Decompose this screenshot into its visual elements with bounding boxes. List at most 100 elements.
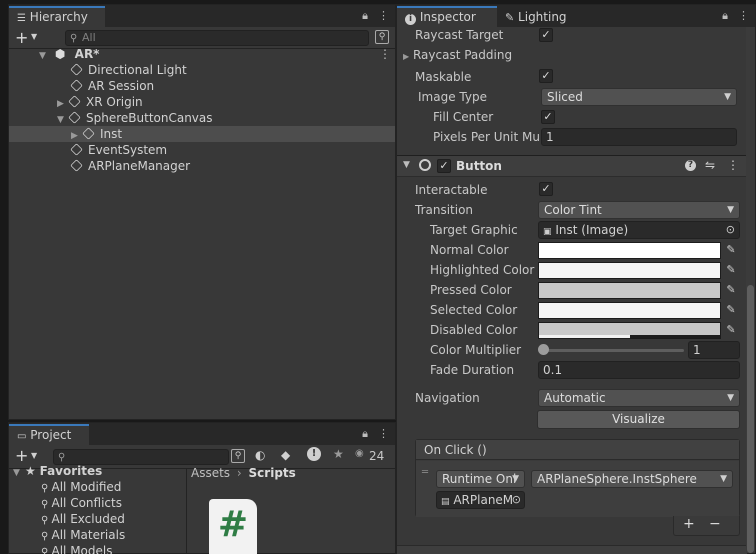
- disabled-color-swatch[interactable]: [538, 322, 721, 339]
- button-enabled-checkbox[interactable]: ✓: [437, 159, 451, 173]
- hierarchy-item[interactable]: ARPlaneManager: [70, 158, 190, 174]
- button-component-header[interactable]: ▼ ✓ Button ? ⇋ ⋮: [397, 155, 755, 177]
- eyedropper-icon[interactable]: ✎: [724, 282, 738, 298]
- inspector-scroll-thumb[interactable]: [747, 285, 754, 553]
- navigation-dropdown[interactable]: Automatic ▼: [538, 389, 740, 407]
- maskable-checkbox[interactable]: ✓: [539, 69, 553, 83]
- chevron-down-icon: ▼: [720, 474, 727, 484]
- hierarchy-item[interactable]: AR Session: [70, 78, 154, 94]
- star-icon: ★: [25, 464, 40, 478]
- function-dropdown[interactable]: ARPlaneSphere.InstSphere ▼: [531, 470, 733, 488]
- interactable-checkbox[interactable]: ✓: [539, 182, 553, 196]
- csharp-script-icon[interactable]: #: [209, 499, 257, 554]
- eyedropper-icon[interactable]: ✎: [724, 302, 738, 318]
- warning-icon[interactable]: !: [307, 447, 321, 461]
- project-tab-label: Project: [30, 428, 72, 442]
- transition-label: Transition: [415, 203, 474, 217]
- component-more-icon[interactable]: ⋮: [727, 158, 739, 172]
- favorite-item[interactable]: ⚲ All Modified: [41, 479, 121, 495]
- favorite-item[interactable]: ⚲ All Excluded: [41, 511, 125, 527]
- more-menu-icon[interactable]: ⋮: [378, 9, 389, 23]
- normal-color-swatch[interactable]: [538, 242, 721, 259]
- collapse-arrow-icon[interactable]: ▼: [13, 465, 25, 481]
- fill-center-checkbox[interactable]: ✓: [541, 110, 555, 124]
- favorite-label: All Modified: [51, 480, 122, 494]
- color-multiplier-field[interactable]: 1: [688, 341, 740, 359]
- hierarchy-search-input[interactable]: ⚲ All: [65, 30, 369, 46]
- item-label: EventSystem: [88, 143, 168, 157]
- highlighted-color-swatch[interactable]: [538, 262, 721, 279]
- info-icon: i: [405, 14, 416, 25]
- hierarchy-tab-icons: 🔒︎ ⋮: [362, 9, 389, 23]
- drag-handle-icon[interactable]: ═: [422, 467, 428, 478]
- filter-type-icon[interactable]: ◐: [255, 448, 265, 462]
- inspector-tab[interactable]: i Inspector: [397, 6, 497, 27]
- visualize-button[interactable]: Visualize: [537, 410, 740, 429]
- object-picker-icon[interactable]: ⊙: [726, 222, 735, 238]
- target-object-field[interactable]: ▤ ARPlaneM ⊙: [436, 491, 525, 509]
- search-options-icon[interactable]: ⚲: [375, 30, 389, 44]
- more-menu-icon[interactable]: ⋮: [738, 9, 749, 23]
- onclick-header: On Click (): [416, 440, 739, 460]
- script-file-icon: ▤: [441, 497, 450, 507]
- add-icon[interactable]: +: [15, 28, 28, 47]
- search-icon: ⚲: [70, 33, 78, 44]
- label-tag-icon[interactable]: ◆: [281, 448, 290, 462]
- eyedropper-icon[interactable]: ✎: [724, 262, 738, 278]
- scene-row[interactable]: ▼ ⬢ AR* ⋮: [39, 46, 395, 62]
- hierarchy-panel: ☰ Hierarchy 🔒︎ ⋮ + ▼ ⚲ All ⚲ ▼ ⬢ AR* ⋮ D…: [8, 4, 396, 420]
- favorite-item[interactable]: ⚲ All Conflicts: [41, 495, 122, 511]
- color-multiplier-slider-thumb[interactable]: [538, 344, 549, 355]
- add-listener-button[interactable]: +: [683, 516, 695, 532]
- remove-listener-button[interactable]: −: [709, 516, 721, 532]
- favorites-header[interactable]: ▼ ★ Favorites: [13, 463, 102, 479]
- transition-value: Color Tint: [544, 203, 602, 217]
- raycast-target-checkbox[interactable]: ✓: [539, 28, 553, 42]
- collapse-arrow-icon[interactable]: ▼: [403, 160, 410, 170]
- image-type-dropdown[interactable]: Sliced ▼: [541, 88, 737, 106]
- hierarchy-item[interactable]: EventSystem: [70, 142, 168, 158]
- scene-more-icon[interactable]: ⋮: [379, 46, 391, 62]
- favorite-item[interactable]: ⚲ All Materials: [41, 527, 125, 543]
- help-icon[interactable]: ?: [685, 160, 696, 171]
- hierarchy-item[interactable]: Directional Light: [70, 62, 187, 78]
- lock-icon[interactable]: 🔒︎: [722, 9, 728, 23]
- collapse-arrow-icon[interactable]: ▼: [39, 48, 51, 64]
- ppu-field[interactable]: 1: [541, 128, 737, 146]
- chevron-down-icon[interactable]: ▼: [31, 32, 37, 41]
- hidden-eye-icon[interactable]: ◉: [355, 448, 364, 459]
- project-split-divider[interactable]: [186, 469, 187, 554]
- fade-duration-field[interactable]: 0.1: [538, 361, 740, 379]
- maskable-label: Maskable: [415, 70, 472, 84]
- chevron-down-icon[interactable]: ▼: [31, 451, 37, 460]
- hierarchy-item-selected[interactable]: ▶ Inst: [9, 126, 395, 142]
- lighting-tab[interactable]: ✎ Lighting: [497, 6, 577, 27]
- onclick-label: On Click (): [424, 443, 487, 457]
- favorite-item[interactable]: ⚲ All Models: [41, 543, 113, 554]
- search-options-icon[interactable]: ⚲: [231, 449, 245, 463]
- color-multiplier-slider-track[interactable]: [543, 349, 684, 352]
- star-icon[interactable]: ★: [333, 447, 344, 461]
- raycast-padding-row[interactable]: ▶ Raycast Padding: [403, 46, 512, 64]
- breadcrumb-assets[interactable]: Assets: [191, 466, 230, 480]
- hierarchy-item[interactable]: ▼ SphereButtonCanvas: [57, 110, 213, 126]
- pressed-color-swatch[interactable]: [538, 282, 721, 299]
- more-menu-icon[interactable]: ⋮: [378, 427, 389, 441]
- target-graphic-field[interactable]: ▣ Inst (Image) ⊙: [538, 221, 740, 239]
- presets-icon[interactable]: ⇋: [705, 158, 715, 172]
- object-picker-icon[interactable]: ⊙: [512, 492, 521, 508]
- lock-icon[interactable]: 🔒︎: [362, 427, 368, 441]
- unity-scene-icon: ⬢: [54, 47, 66, 61]
- selected-color-swatch[interactable]: [538, 302, 721, 319]
- hierarchy-tab[interactable]: ☰ Hierarchy: [9, 6, 105, 27]
- eyedropper-icon[interactable]: ✎: [724, 242, 738, 258]
- eyedropper-icon[interactable]: ✎: [724, 322, 738, 338]
- lock-icon[interactable]: 🔒︎: [362, 9, 368, 23]
- hierarchy-item[interactable]: ▶ XR Origin: [57, 94, 143, 110]
- runtime-mode-dropdown[interactable]: Runtime Onl ▼: [436, 470, 525, 488]
- breadcrumb-scripts[interactable]: Scripts: [249, 466, 296, 480]
- project-tab[interactable]: ▭ Project: [9, 424, 89, 445]
- expand-arrow-icon[interactable]: ▶: [403, 52, 409, 61]
- search-icon: ⚲: [41, 531, 52, 542]
- transition-dropdown[interactable]: Color Tint ▼: [538, 201, 740, 219]
